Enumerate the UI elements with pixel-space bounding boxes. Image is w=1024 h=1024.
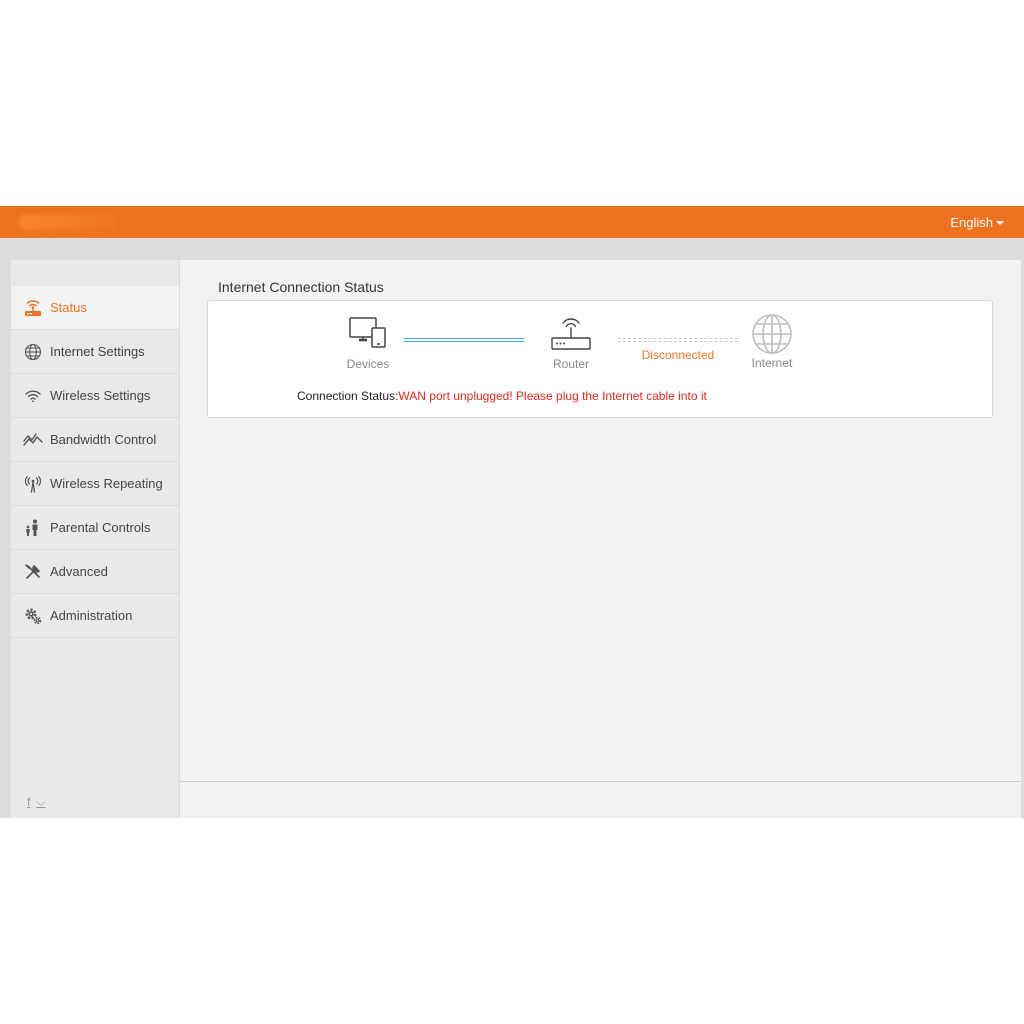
sidebar-item-internet-settings[interactable]: Internet Settings	[11, 330, 179, 374]
connection-status-line: Connection Status:WAN port unplugged! Pl…	[297, 389, 707, 403]
connection-status-message: WAN port unplugged! Please plug the Inte…	[398, 389, 707, 403]
twitter-icon[interactable]: ⌵	[36, 795, 45, 810]
caret-down-icon	[996, 220, 1004, 225]
globe-icon	[23, 342, 43, 362]
router-icon	[541, 316, 601, 353]
devices-icon	[338, 316, 398, 353]
parent-child-icon	[23, 518, 43, 538]
bandwidth-graph-icon	[23, 430, 43, 450]
internet-node: Internet	[742, 313, 802, 370]
language-label: English	[950, 215, 993, 230]
gears-icon	[23, 606, 43, 626]
link-status-text: Disconnected	[641, 348, 715, 362]
devices-node: Devices	[338, 316, 398, 371]
devices-router-link	[404, 338, 524, 342]
brand-logo	[18, 214, 118, 230]
connection-status-panel: Devices Router Disconnected Internet Con…	[207, 300, 993, 418]
sidebar-item-label: Bandwidth Control	[50, 432, 157, 447]
router-admin-app: English Status Internet Settings Wireles…	[0, 206, 1024, 818]
devices-label: Devices	[346, 357, 390, 371]
page-title: Internet Connection Status	[218, 279, 384, 295]
social-links: f ⌵	[27, 795, 45, 810]
sidebar-item-wireless-repeating[interactable]: Wireless Repeating	[11, 462, 179, 506]
sidebar-item-parental-controls[interactable]: Parental Controls	[11, 506, 179, 550]
internet-globe-icon	[742, 313, 802, 358]
wifi-icon	[23, 386, 43, 406]
sidebar-item-label: Parental Controls	[50, 520, 151, 535]
sidebar-item-administration[interactable]: Administration	[11, 594, 179, 638]
sidebar-item-label: Wireless Repeating	[50, 476, 163, 491]
router-internet-link	[618, 338, 738, 342]
internet-label: Internet	[751, 356, 793, 370]
sidebar-item-bandwidth-control[interactable]: Bandwidth Control	[11, 418, 179, 462]
sidebar-item-label: Internet Settings	[50, 344, 145, 359]
main-content: Internet Connection Status Devices Route…	[180, 260, 1021, 818]
antenna-icon	[23, 474, 43, 494]
sidebar-item-label: Advanced	[50, 564, 108, 579]
language-selector[interactable]: English	[950, 215, 1004, 230]
top-bar: English	[0, 206, 1024, 238]
sidebar-item-label: Wireless Settings	[50, 388, 151, 403]
connection-status-label: Connection Status:	[297, 389, 399, 403]
sidebar-item-label: Status	[50, 300, 87, 315]
router-signal-icon	[23, 298, 43, 318]
router-node: Router	[541, 316, 601, 371]
facebook-icon[interactable]: f	[27, 795, 30, 810]
sidebar: Status Internet Settings Wireless Settin…	[11, 260, 179, 818]
tools-icon	[23, 562, 43, 582]
sidebar-item-status[interactable]: Status	[11, 286, 179, 330]
router-label: Router	[552, 357, 590, 371]
sidebar-item-advanced[interactable]: Advanced	[11, 550, 179, 594]
footer-divider	[180, 781, 1021, 782]
sidebar-item-wireless-settings[interactable]: Wireless Settings	[11, 374, 179, 418]
sidebar-item-label: Administration	[50, 608, 133, 623]
